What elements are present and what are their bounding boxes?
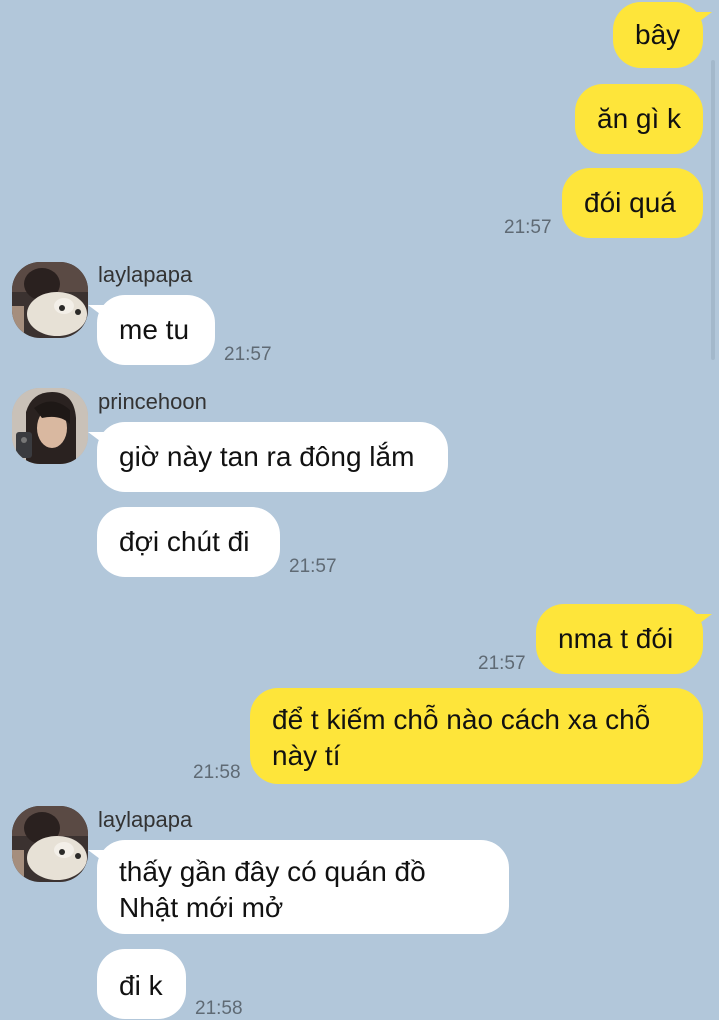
their-message-bubble[interactable]: đợi chút đi: [97, 507, 280, 577]
laylapapa-avatar[interactable]: [12, 806, 88, 882]
message-timestamp: 21:57: [289, 556, 337, 577]
message-timestamp: 21:57: [224, 344, 272, 365]
their-message-bubble[interactable]: giờ này tan ra đông lắm: [88, 422, 448, 492]
message-timestamp: 21:58: [195, 998, 243, 1019]
message-timestamp: 21:57: [504, 217, 552, 238]
sender-name: laylapapa: [98, 262, 193, 287]
their-message-bubble[interactable]: thấy gần đây có quán đồ Nhật mới mở: [88, 840, 509, 934]
message-timestamp: 21:58: [193, 762, 241, 783]
my-message-bubble[interactable]: nma t đói: [536, 604, 712, 674]
my-message-bubble[interactable]: ăn gì k: [575, 84, 703, 154]
sender-name: princehoon: [98, 389, 207, 414]
my-message-bubble[interactable]: bây: [613, 2, 712, 68]
laylapapa-avatar[interactable]: [12, 262, 88, 338]
chat-message-list[interactable]: bây ăn gì k đói quá 21:57 laylapapa me t…: [0, 0, 719, 1019]
their-message-bubble[interactable]: đi k: [97, 949, 186, 1019]
scrollbar[interactable]: [711, 60, 715, 360]
princehoon-avatar[interactable]: [12, 388, 88, 464]
sender-name: laylapapa: [98, 807, 193, 832]
their-message-bubble[interactable]: me tu: [88, 295, 215, 365]
message-timestamp: 21:57: [478, 653, 526, 674]
my-message-bubble[interactable]: để t kiếm chỗ nào cách xa chỗ này tí: [250, 688, 703, 784]
my-message-bubble[interactable]: đói quá: [562, 168, 703, 238]
